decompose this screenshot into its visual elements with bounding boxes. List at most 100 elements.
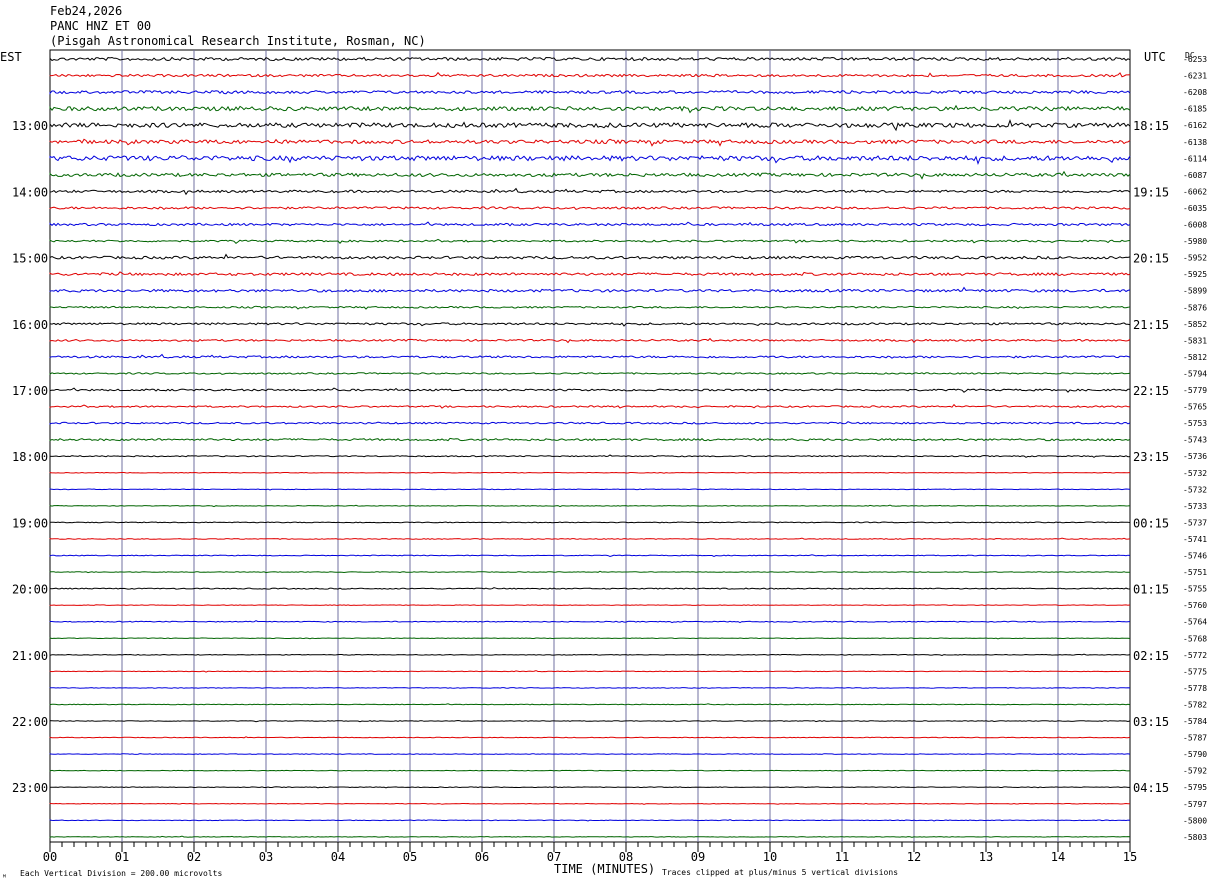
utc-hour-label: 02:15 xyxy=(1133,649,1169,663)
x-tick-label: 14 xyxy=(1051,850,1065,864)
dc-offset-label: -5797 xyxy=(1183,800,1207,809)
seismic-trace xyxy=(49,454,1131,458)
seismic-trace xyxy=(49,587,1131,590)
dc-offset-label: -5790 xyxy=(1183,750,1207,759)
seismic-trace xyxy=(49,653,1131,657)
dc-offset-label: -5746 xyxy=(1183,552,1207,561)
seismic-trace xyxy=(49,206,1131,211)
seismic-trace xyxy=(49,604,1131,606)
est-hour-label: 23:00 xyxy=(12,781,48,795)
seismic-trace xyxy=(49,703,1131,706)
dc-offset-label: -5755 xyxy=(1183,585,1207,594)
seismic-trace xyxy=(49,488,1131,491)
seismic-trace xyxy=(49,437,1131,442)
dc-offset-label: -5772 xyxy=(1183,651,1207,660)
x-tick-label: 02 xyxy=(187,850,201,864)
x-tick-label: 00 xyxy=(43,850,57,864)
dc-offset-label: -5812 xyxy=(1183,353,1207,362)
dc-offset-label: -5737 xyxy=(1183,518,1207,527)
seismic-trace xyxy=(49,753,1131,755)
seismic-trace xyxy=(49,337,1131,344)
dc-offset-label: -5876 xyxy=(1183,303,1207,312)
x-tick-label: 12 xyxy=(907,850,921,864)
dc-offset-label: -6114 xyxy=(1183,154,1207,163)
dc-offset-label: -5792 xyxy=(1183,767,1207,776)
seismic-trace xyxy=(49,387,1131,393)
seismic-trace xyxy=(49,353,1131,359)
dc-offset-label: -6253 xyxy=(1183,55,1207,64)
dc-offset-label: -6231 xyxy=(1183,72,1207,81)
seismic-trace xyxy=(49,253,1131,260)
dc-offset-label: -6185 xyxy=(1183,105,1207,114)
x-tick-label: 13 xyxy=(979,850,993,864)
est-hour-label: 21:00 xyxy=(12,649,48,663)
seismic-trace xyxy=(49,835,1131,838)
seismic-trace xyxy=(49,138,1131,147)
dc-offset-label: -5778 xyxy=(1183,684,1207,693)
left-timezone-label: EST xyxy=(0,50,22,64)
dc-offset-label: -6008 xyxy=(1183,221,1207,230)
dc-offset-label: -5743 xyxy=(1183,436,1207,445)
dc-offset-label: -6162 xyxy=(1183,121,1207,130)
dc-offset-label: -5925 xyxy=(1183,270,1207,279)
seismic-trace xyxy=(49,56,1131,62)
utc-hour-label: 19:15 xyxy=(1133,185,1169,199)
dc-offset-label: -5952 xyxy=(1183,254,1207,263)
seismogram-plot: EST UTC DC TIME (MINUTES) Each Vertical … xyxy=(0,49,1207,882)
seismic-trace xyxy=(49,802,1131,805)
seismic-trace xyxy=(49,271,1131,277)
dc-offset-label: -5784 xyxy=(1183,717,1207,726)
seismic-trace xyxy=(49,170,1131,180)
dc-offset-label: -5751 xyxy=(1183,568,1207,577)
clip-note: Traces clipped at plus/minus 5 vertical … xyxy=(662,868,898,877)
seismic-trace xyxy=(49,670,1130,673)
dc-offset-label: -5733 xyxy=(1183,502,1207,511)
est-hour-label: 14:00 xyxy=(12,185,48,199)
dc-offset-label: -5782 xyxy=(1183,700,1207,709)
utc-hour-label: 23:15 xyxy=(1133,450,1169,464)
x-tick-label: 10 xyxy=(763,850,777,864)
dc-offset-label: -5795 xyxy=(1183,783,1207,792)
seismic-trace xyxy=(49,769,1131,772)
utc-hour-label: 00:15 xyxy=(1133,516,1169,530)
est-hour-label: 15:00 xyxy=(12,252,48,266)
seismic-trace xyxy=(49,504,1131,508)
est-hour-label: 20:00 xyxy=(12,583,48,597)
dc-offset-label: -5765 xyxy=(1183,403,1207,412)
seismic-trace xyxy=(49,819,1131,822)
est-hour-label: 22:00 xyxy=(12,715,48,729)
dc-offset-label: -5760 xyxy=(1183,601,1207,610)
utc-hour-label: 03:15 xyxy=(1133,715,1169,729)
x-tick-label: 06 xyxy=(475,850,489,864)
seismic-trace xyxy=(49,736,1131,739)
seismic-trace xyxy=(49,620,1131,624)
est-hour-label: 16:00 xyxy=(12,318,48,332)
corner-mark: ᴹ xyxy=(2,873,7,882)
seismic-trace xyxy=(49,372,1131,376)
x-tick-label: 11 xyxy=(835,850,849,864)
seismic-trace xyxy=(49,118,1131,132)
trace-group xyxy=(49,56,1131,838)
x-tick-label: 05 xyxy=(403,850,417,864)
seismic-trace xyxy=(49,71,1131,78)
seismic-trace xyxy=(49,421,1131,425)
dc-offset-label: -5787 xyxy=(1183,734,1207,743)
right-timezone-label: UTC xyxy=(1144,50,1166,64)
dc-offset-label: -5980 xyxy=(1183,237,1207,246)
dc-offset-label: -5736 xyxy=(1183,452,1207,461)
dc-offset-label: -5753 xyxy=(1183,419,1207,428)
seismic-trace xyxy=(49,187,1131,196)
utc-hour-label: 04:15 xyxy=(1133,781,1169,795)
dc-offset-label: -6035 xyxy=(1183,204,1207,213)
dc-offset-label: -5741 xyxy=(1183,535,1207,544)
seismic-trace xyxy=(49,154,1131,166)
est-hour-label: 19:00 xyxy=(12,516,48,530)
seismic-trace xyxy=(49,286,1131,293)
dc-offset-label: -6138 xyxy=(1183,138,1207,147)
scale-note: Each Vertical Division = 200.00 microvol… xyxy=(20,869,222,878)
est-hour-label: 13:00 xyxy=(12,119,48,133)
seismic-trace xyxy=(49,89,1131,95)
seismic-trace xyxy=(49,221,1131,227)
dc-offset-label: -5768 xyxy=(1183,634,1207,643)
dc-offset-label: -5775 xyxy=(1183,667,1207,676)
